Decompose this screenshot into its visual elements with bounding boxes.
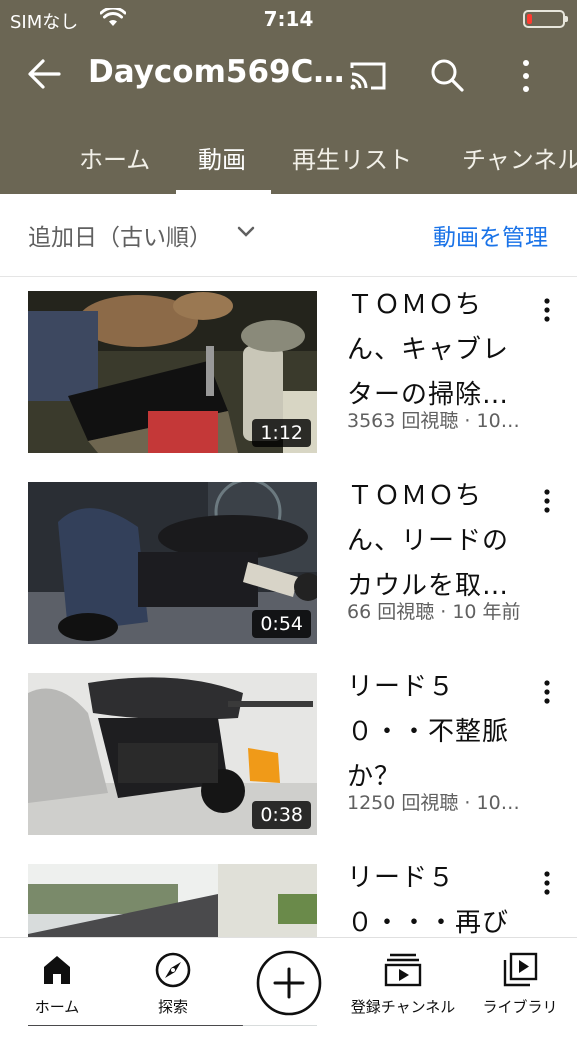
nav-home-label: ホーム [34, 998, 80, 1016]
tab-videos[interactable]: 動画 [198, 140, 246, 175]
video-title[interactable]: リード５ ０・・不整脈 か？ [347, 665, 527, 800]
channel-title: Daycom569C… [88, 54, 345, 90]
library-icon [503, 952, 538, 987]
video-thumbnail[interactable]: 1:12 [28, 291, 317, 453]
video-title-line: リード５ [347, 863, 456, 893]
video-title-line: ＴＯＭＯち [347, 481, 483, 511]
video-title[interactable]: ＴＯＭＯち ん、キャブレ ターの掃除… [347, 283, 527, 418]
search-icon[interactable] [428, 56, 466, 98]
more-options-icon[interactable] [520, 58, 532, 98]
video-title[interactable]: リード５ ０・・・再び [347, 856, 527, 946]
nav-explore[interactable]: 探索 [134, 938, 212, 1025]
sort-dropdown[interactable]: 追加日（古い順） [28, 218, 212, 252]
home-icon [44, 956, 70, 984]
explore-icon [155, 952, 191, 988]
nav-library[interactable]: ライブラリ [476, 938, 564, 1025]
more-options-icon[interactable] [543, 297, 551, 327]
video-duration: 0:38 [252, 801, 311, 829]
video-thumbnail[interactable]: 0:38 [28, 673, 317, 835]
nav-subscriptions-label: 登録チャンネル [350, 998, 456, 1016]
list-item[interactable]: 1:12 ＴＯＭＯち ん、キャブレ ターの掃除… 3563 回視聴 · 10… [0, 277, 577, 467]
video-meta: 3563 回視聴 · 10… [347, 410, 520, 432]
app-bar: Daycom569C… ホーム 動画 再生リスト チャンネル [0, 38, 577, 194]
manage-videos-link[interactable]: 動画を管理 [433, 218, 548, 252]
video-title-line: ん、リードの [347, 526, 510, 556]
bottom-navigation: ホーム 探索 登録チャンネル ライブラリ [0, 937, 577, 1025]
nav-create[interactable] [252, 938, 326, 1025]
list-item[interactable]: 0:54 ＴＯＭＯち ん、リードの カウルを取… 66 回視聴 · 10 年前 [0, 468, 577, 658]
more-options-icon[interactable] [543, 870, 551, 900]
nav-home[interactable]: ホーム [18, 938, 96, 1025]
status-bar: SIMなし 7:14 [0, 0, 577, 38]
tab-channels[interactable]: チャンネル [462, 140, 577, 175]
video-title-line: リード５ [347, 672, 456, 702]
back-arrow-icon[interactable] [26, 58, 62, 94]
nav-explore-label: 探索 [157, 998, 188, 1016]
nav-library-label: ライブラリ [482, 998, 558, 1016]
sort-bar: 追加日（古い順） 動画を管理 [0, 194, 577, 277]
nav-subscriptions[interactable]: 登録チャンネル [346, 938, 460, 1025]
video-duration: 0:54 [252, 610, 311, 638]
video-title-line: ０・・不整脈 [347, 717, 510, 747]
video-thumbnail[interactable]: 0:54 [28, 482, 317, 644]
video-title-line: ん、キャブレ [347, 335, 510, 365]
list-item[interactable]: 0:38 リード５ ０・・不整脈 か？ 1250 回視聴 · 10… [0, 659, 577, 849]
video-title[interactable]: ＴＯＭＯち ん、リードの カウルを取… [347, 474, 527, 609]
chevron-down-icon[interactable] [236, 224, 256, 243]
create-icon [256, 950, 322, 1016]
video-meta: 66 回視聴 · 10 年前 [347, 601, 521, 623]
cast-icon[interactable] [348, 59, 388, 97]
clock: 7:14 [263, 7, 314, 31]
tab-playlists[interactable]: 再生リスト [292, 140, 412, 175]
more-options-icon[interactable] [543, 488, 551, 518]
battery-icon [523, 10, 568, 28]
video-duration: 1:12 [252, 419, 311, 447]
channel-tabs: ホーム 動画 再生リスト チャンネル [0, 134, 577, 194]
more-options-icon[interactable] [543, 679, 551, 709]
video-meta: 1250 回視聴 · 10… [347, 792, 520, 814]
tab-home[interactable]: ホーム [79, 140, 150, 175]
subscriptions-icon [384, 953, 422, 987]
video-title-line: ＴＯＭＯち [347, 290, 483, 320]
